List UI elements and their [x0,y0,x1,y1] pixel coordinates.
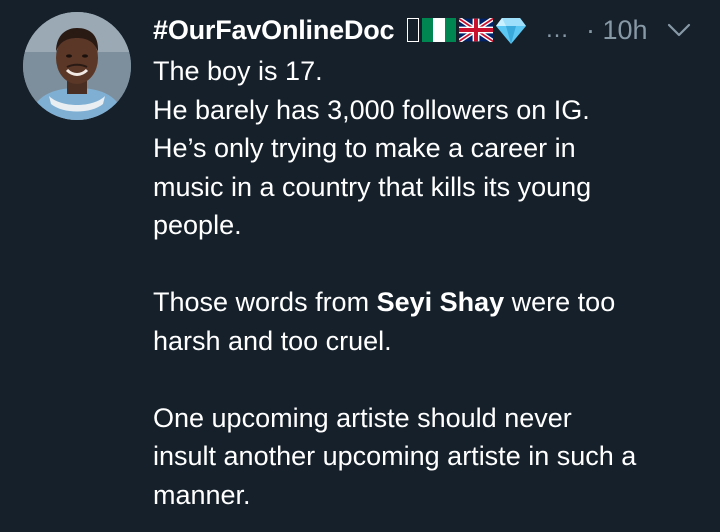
tweet-text-line: music in a country that kills its young [153,171,592,202]
unsupported-glyph-icon [407,18,419,42]
tweet-text-line: manner. [153,479,251,510]
text-segment: Those words from [153,287,377,317]
avatar-photo [23,12,131,120]
tweet[interactable]: #OurFavOnlineDoc … · 10h The boy is 17. … [0,0,720,532]
gem-icon [496,18,526,44]
tweet-text-line: Those words from Seyi Shay were too [153,283,713,322]
author-display-name[interactable]: #OurFavOnlineDoc [153,10,395,50]
tweet-text-line: One upcoming artiste should never [153,402,572,433]
tweet-text-line: He’s only trying to make a career in [153,133,576,163]
nigeria-flag-icon [422,18,456,42]
text-segment: were too [504,287,616,317]
author-name-badges [407,16,526,44]
paragraph-break [153,360,713,399]
tweet-text-line: harsh and too cruel. [153,325,392,356]
paragraph-break [153,245,713,284]
chevron-down-icon[interactable] [666,20,692,40]
tweet-header: #OurFavOnlineDoc … · 10h [153,10,713,50]
truncation-ellipsis: … [545,16,569,43]
bold-name: Seyi Shay [376,287,505,317]
tweet-text-line: insult another upcoming artiste in such … [153,441,637,471]
uk-flag-icon [459,18,493,42]
avatar[interactable] [23,12,131,120]
tweet-text-line: The boy is 17. [153,56,323,86]
tweet-timestamp[interactable]: · 10h [586,10,648,50]
tweet-text-line: people. [153,210,242,240]
tweet-text: The boy is 17. He barely has 3,000 follo… [153,52,713,514]
tweet-text-line: He barely has 3,000 followers on IG. [153,94,590,125]
